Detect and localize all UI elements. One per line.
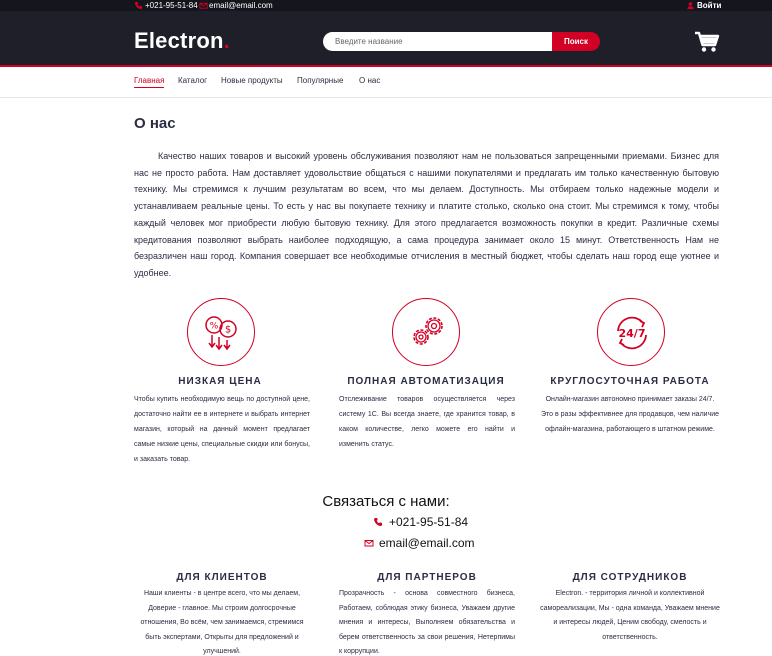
main-nav: Главная Каталог Новые продукты Популярны… [0, 69, 772, 98]
search-button[interactable]: Поиск [552, 32, 600, 51]
nav-item-catalog[interactable]: Каталог [178, 76, 207, 86]
envelope-icon [199, 2, 208, 9]
search-input[interactable] [323, 32, 552, 51]
logo-dot: . [223, 28, 230, 53]
nav-item-about[interactable]: О нас [359, 76, 380, 86]
gears-icon [413, 317, 443, 345]
column-text-clients: Наши клиенты - в центре всего, что мы де… [140, 590, 304, 655]
svg-text:%: % [210, 322, 219, 332]
svg-text:$: $ [225, 325, 231, 336]
nav-item-popular[interactable]: Популярные [297, 76, 343, 86]
about-text: Качество наших товаров и высокий уровень… [134, 151, 719, 278]
logo-text: Electron [134, 28, 224, 53]
feature-title-automation: ПОЛНАЯ АВТОМАТИЗАЦИЯ [347, 376, 505, 387]
column-title-employees: ДЛЯ СОТРУДНИКОВ [572, 572, 688, 583]
discount-icon: % $ [205, 316, 237, 351]
feature-title-24-7: КРУГЛОСУТОЧНАЯ РАБОТА [550, 376, 710, 387]
column-title-clients: ДЛЯ КЛИЕНТОВ [176, 572, 268, 583]
contact-email[interactable]: email@email.com [379, 536, 475, 550]
24-7-icon: 24/7 [617, 316, 647, 350]
feature-title-low-price: НИЗКАЯ ЦЕНА [178, 376, 262, 387]
phone-icon [374, 518, 382, 526]
page-title: О нас [134, 115, 176, 132]
24-7-icon-circle: 24/7 [597, 298, 665, 366]
column-title-partners: ДЛЯ ПАРТНЕРОВ [377, 572, 477, 583]
header: Electron. Поиск [0, 11, 772, 67]
nav-item-home[interactable]: Главная [134, 76, 165, 88]
login-link[interactable]: Войти [697, 1, 721, 10]
svg-text:24/7: 24/7 [619, 327, 646, 340]
discount-icon-circle: % $ [187, 298, 255, 366]
top-bar: +021-95-51-84 email@email.com Войти [0, 0, 772, 11]
column-text-partners: Прозрачность - основа совместного бизнес… [339, 590, 515, 655]
feature-text-24-7: Онлайн-магазин автономно принимает заказ… [540, 396, 720, 433]
feature-text-low-price: Чтобы купить необходимую вещь по доступн… [134, 396, 310, 463]
contact-title: Связаться с нами: [322, 493, 450, 510]
envelope-icon [364, 540, 374, 547]
user-icon [687, 2, 694, 10]
column-text-employees: Electron. - территория личной и коллекти… [540, 590, 720, 641]
feature-text-automation: Отслеживание товаров осуществляется чере… [339, 396, 515, 448]
phone-icon [134, 1, 143, 10]
contact-phone[interactable]: +021-95-51-84 [389, 515, 468, 529]
nav-item-new-products[interactable]: Новые продукты [221, 76, 283, 86]
topbar-phone[interactable]: +021-95-51-84 [145, 1, 198, 10]
logo[interactable]: Electron. [134, 28, 230, 54]
cart-icon[interactable] [694, 31, 720, 53]
gears-icon-circle [392, 298, 460, 366]
topbar-email[interactable]: email@email.com [209, 1, 273, 10]
